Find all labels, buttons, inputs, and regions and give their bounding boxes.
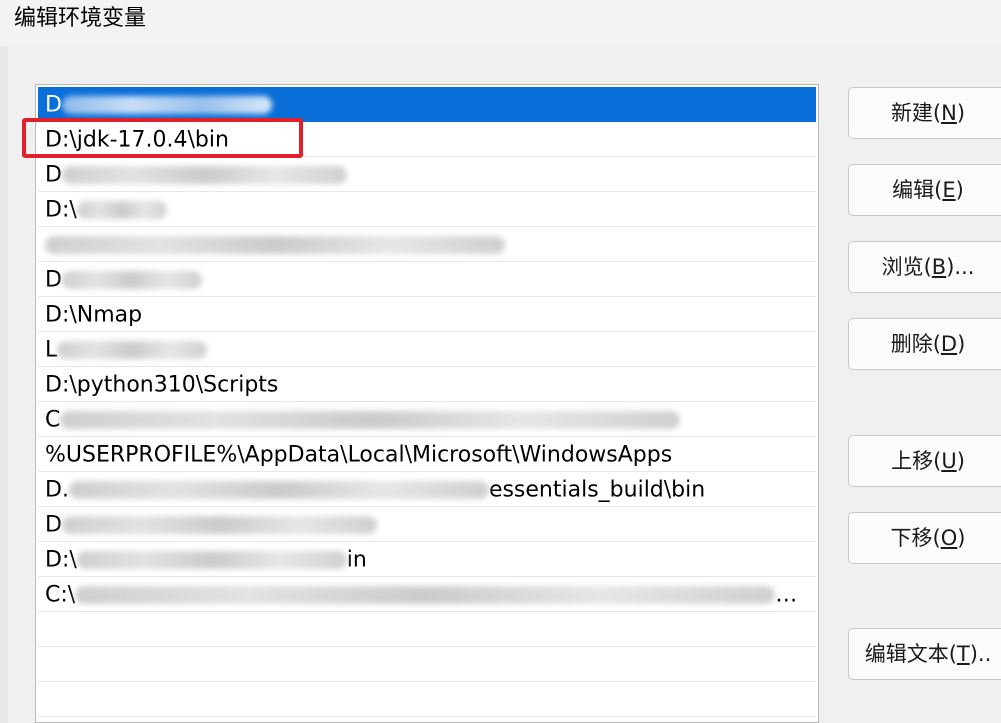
path-item-prefix: D:\ xyxy=(45,547,77,573)
path-list-item[interactable] xyxy=(38,227,816,262)
redacted-path-segment xyxy=(61,96,272,114)
path-item-prefix: L xyxy=(45,337,58,363)
path-item-text: essentials_build\bin xyxy=(488,477,706,503)
path-list-item[interactable]: D xyxy=(38,262,816,297)
path-item-text: D:\python310\Scripts xyxy=(45,372,279,398)
path-list-item[interactable]: D xyxy=(38,87,816,122)
path-item-prefix: D. xyxy=(45,477,69,503)
edit-text-button[interactable]: 编辑文本(T).. xyxy=(848,628,1001,680)
path-item-prefix: D xyxy=(45,92,62,118)
path-item-prefix: D:\ xyxy=(45,197,77,223)
path-list-item[interactable]: D. essentials_build\bin xyxy=(38,472,816,507)
edit-text-button-label: 编辑文本( xyxy=(864,642,957,666)
edit-button-accesskey: E xyxy=(942,178,956,202)
path-list-item[interactable] xyxy=(38,682,816,717)
edit-button-label: 编辑( xyxy=(892,178,943,202)
redacted-path-segment xyxy=(61,516,377,534)
annotation-highlight-box xyxy=(22,118,303,158)
path-item-prefix: D xyxy=(45,512,62,538)
path-item-prefix: C:\ xyxy=(45,582,76,608)
path-item-text: … xyxy=(775,582,798,608)
new-button-accesskey: N xyxy=(941,101,957,125)
delete-button-label-end: ) xyxy=(957,332,966,356)
move-down-button-accesskey: O xyxy=(940,526,958,550)
move-down-button[interactable]: 下移(O) xyxy=(848,512,1001,564)
path-item-prefix: C xyxy=(45,407,61,433)
edit-button-label-end: ) xyxy=(955,178,964,202)
redacted-path-segment xyxy=(76,201,167,219)
browse-button-label: 浏览( xyxy=(881,255,932,279)
path-list-item[interactable]: D:\Nmap xyxy=(38,297,816,332)
redacted-path-segment xyxy=(45,236,505,254)
new-button-label: 新建( xyxy=(890,101,942,125)
move-up-button-label-end: ) xyxy=(956,449,965,473)
path-item-text: D:\Nmap xyxy=(45,302,143,328)
path-list-item[interactable]: D:\ xyxy=(38,192,816,227)
edit-text-button-accesskey: T xyxy=(956,642,970,666)
move-up-button[interactable]: 上移(U) xyxy=(848,435,1001,487)
path-list-item[interactable]: %USERPROFILE%\AppData\Local\Microsoft\Wi… xyxy=(38,437,816,472)
path-list-item[interactable]: C:\ … xyxy=(38,577,816,612)
path-list-item[interactable]: D xyxy=(38,157,816,192)
edit-text-button-label-end: ).. xyxy=(969,642,992,666)
move-up-button-accesskey: U xyxy=(941,449,957,473)
redacted-path-segment xyxy=(68,481,489,499)
path-list-item[interactable]: L xyxy=(38,332,816,367)
path-list[interactable]: D D:\jdk-17.0.4\bin D D:\ D D:\Nmap L D:\python… xyxy=(35,84,819,723)
parent-window-edge xyxy=(0,46,8,723)
path-list-item[interactable] xyxy=(38,612,816,647)
move-down-button-label: 下移( xyxy=(890,526,941,550)
path-item-text: %USERPROFILE%\AppData\Local\Microsoft\Wi… xyxy=(45,442,673,468)
redacted-path-segment xyxy=(61,166,347,184)
browse-button-label-end: )... xyxy=(946,255,975,279)
path-list-item[interactable] xyxy=(38,647,816,682)
window-title: 编辑环境变量 xyxy=(14,6,147,31)
delete-button-accesskey: D xyxy=(940,332,958,356)
path-list-item[interactable]: C xyxy=(38,402,816,437)
new-button[interactable]: 新建(N) xyxy=(848,87,1001,139)
new-button-label-end: ) xyxy=(956,101,966,125)
move-down-button-label-end: ) xyxy=(957,526,966,550)
path-item-text: in xyxy=(346,547,367,573)
path-item-prefix: D xyxy=(45,267,62,293)
browse-button-accesskey: B xyxy=(931,255,947,279)
redacted-path-segment xyxy=(57,341,208,359)
path-item-prefix: D xyxy=(45,162,62,188)
delete-button-label: 删除( xyxy=(890,332,941,356)
redacted-path-segment xyxy=(61,271,202,289)
redacted-path-segment xyxy=(75,586,776,604)
title-bar: 编辑环境变量 xyxy=(0,0,1001,46)
path-list-item[interactable]: D:\ in xyxy=(38,542,816,577)
path-list-item[interactable]: D:\python310\Scripts xyxy=(38,367,816,402)
move-up-button-label: 上移( xyxy=(891,449,942,473)
redacted-path-segment xyxy=(76,551,347,569)
edit-button[interactable]: 编辑(E) xyxy=(848,164,1001,216)
browse-button[interactable]: 浏览(B)... xyxy=(848,241,1001,293)
redacted-path-segment xyxy=(60,411,681,429)
path-list-item[interactable]: D xyxy=(38,507,816,542)
delete-button[interactable]: 删除(D) xyxy=(848,318,1001,370)
